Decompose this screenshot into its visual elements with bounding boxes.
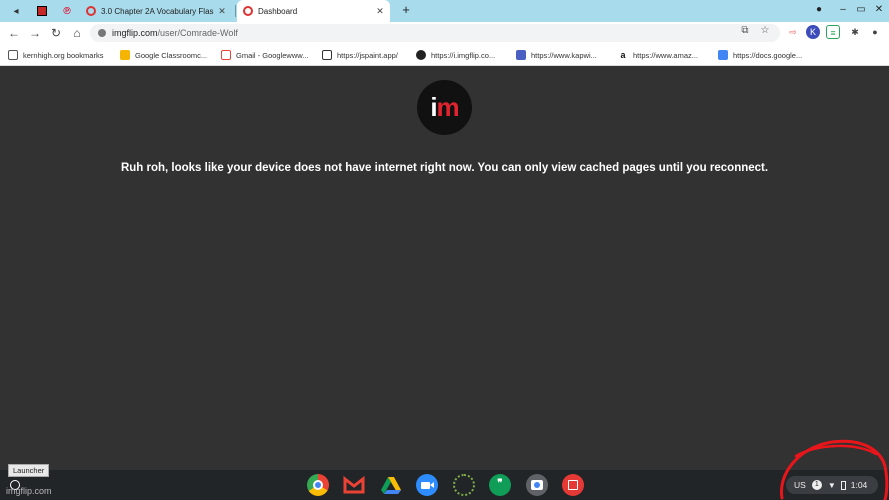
minimize-icon[interactable]: – — [836, 3, 850, 17]
tab-favicon-icon — [86, 6, 96, 16]
bookmark-item[interactable]: https://www.kapwi... — [516, 48, 597, 62]
chrome-icon[interactable] — [307, 474, 329, 496]
globe-icon — [416, 50, 426, 60]
bookmark-star-icon[interactable]: ☆ — [758, 24, 772, 38]
bookmark-label: Gmail - Googlewww... — [236, 50, 309, 60]
gallery-icon[interactable] — [562, 474, 584, 496]
close-icon[interactable]: ✕ — [374, 6, 386, 17]
bookmark-label: https://www.kapwi... — [531, 50, 597, 60]
tab-menu-chevron-icon[interactable]: ● — [812, 3, 826, 17]
zoom-icon[interactable] — [416, 474, 438, 496]
bookmark-item[interactable]: https://jspaint.app/ — [322, 48, 398, 62]
close-icon[interactable]: ✕ — [216, 6, 228, 17]
classroom-icon — [120, 50, 130, 60]
bookmark-item[interactable]: Gmail - Googlewww... — [221, 48, 309, 62]
gmail-icon[interactable] — [343, 474, 365, 496]
folder-icon — [8, 50, 18, 60]
profile-avatar-icon[interactable]: ● — [868, 25, 882, 39]
bookmark-item[interactable]: a https://www.amaz... — [618, 48, 698, 62]
bookmark-label: https://i.imgflip.co... — [431, 50, 496, 60]
offline-message: Ruh roh, looks like your device does not… — [120, 162, 769, 174]
gmail-icon — [221, 50, 231, 60]
drive-icon[interactable] — [380, 474, 402, 496]
url-path: /user/Comrade-Wolf — [157, 28, 238, 38]
bookmark-item[interactable]: kernhigh.org bookmarks — [8, 48, 103, 62]
bookmark-label: Google Classroomc... — [135, 50, 208, 60]
forward-arrow-icon[interactable]: → — [28, 25, 42, 41]
extensions-puzzle-icon[interactable]: ✱ — [848, 25, 862, 39]
bookmark-item[interactable]: Google Classroomc... — [120, 48, 207, 62]
docs-icon — [718, 50, 728, 60]
bookmark-item[interactable]: https://i.imgflip.co... — [416, 48, 495, 62]
launcher-tooltip: Launcher — [8, 464, 50, 477]
back-arrow-icon[interactable]: ← — [7, 25, 21, 41]
tab-title: Dashboard — [258, 6, 298, 16]
bookmark-label: https://jspaint.app/ — [337, 50, 398, 60]
imgflip-logo: im — [417, 80, 472, 135]
open-external-icon[interactable]: ⧉ — [738, 24, 752, 38]
tab-strip: ◂ ℗ 3.0 Chapter 2A Vocabulary Flas ✕ Das… — [0, 0, 889, 22]
camera-icon[interactable] — [526, 474, 548, 496]
tab-vocabulary[interactable]: 3.0 Chapter 2A Vocabulary Flas ✕ — [80, 0, 232, 22]
address-bar[interactable]: imgflip.com /user/Comrade-Wolf — [90, 24, 780, 42]
chromeos-shelf — [0, 470, 889, 500]
hangouts-icon[interactable]: ❞ — [489, 474, 511, 496]
window-close-icon[interactable]: ✕ — [872, 3, 886, 17]
bookmark-label: kernhigh.org bookmarks — [23, 50, 104, 60]
bookmark-label: https://docs.google... — [733, 50, 803, 60]
bookmark-label: https://www.amaz... — [633, 50, 699, 60]
url-host: imgflip.com — [112, 28, 158, 38]
lock-icon — [98, 29, 106, 37]
extension-arrow-icon[interactable]: ⇨ — [786, 25, 800, 39]
extension-green-icon[interactable]: ≡ — [826, 25, 840, 39]
reload-icon[interactable]: ↻ — [49, 25, 63, 41]
tab-search-icon[interactable]: ◂ — [8, 3, 24, 19]
maximize-icon[interactable]: ▭ — [854, 3, 868, 17]
home-icon[interactable]: ⌂ — [70, 25, 84, 41]
bookmark-item[interactable]: https://docs.google... — [718, 48, 802, 62]
loading-spinner-icon[interactable] — [453, 474, 475, 496]
amazon-icon: a — [620, 50, 626, 60]
tab-title: 3.0 Chapter 2A Vocabulary Flas — [101, 6, 214, 16]
extension-k-icon[interactable]: K — [806, 25, 820, 39]
kapwing-icon — [516, 50, 526, 60]
pinned-tab-red[interactable] — [34, 3, 50, 19]
browser-toolbar: ← → ↻ ⌂ imgflip.com /user/Comrade-Wolf ⧉… — [0, 22, 889, 44]
tab-divider — [235, 5, 236, 17]
red-circle-annotation — [779, 439, 889, 500]
tab-favicon-icon — [243, 6, 253, 16]
pinned-tab-pinterest[interactable]: ℗ — [59, 3, 75, 19]
jspaint-icon — [322, 50, 332, 60]
bookmarks-bar: kernhigh.org bookmarks Google Classroomc… — [0, 44, 889, 66]
logo-letter-m: m — [436, 92, 460, 122]
tab-dashboard[interactable]: Dashboard ✕ — [237, 0, 390, 22]
new-tab-plus-icon[interactable]: + — [399, 2, 413, 18]
imgflip-watermark: imgflip.com — [6, 486, 52, 496]
